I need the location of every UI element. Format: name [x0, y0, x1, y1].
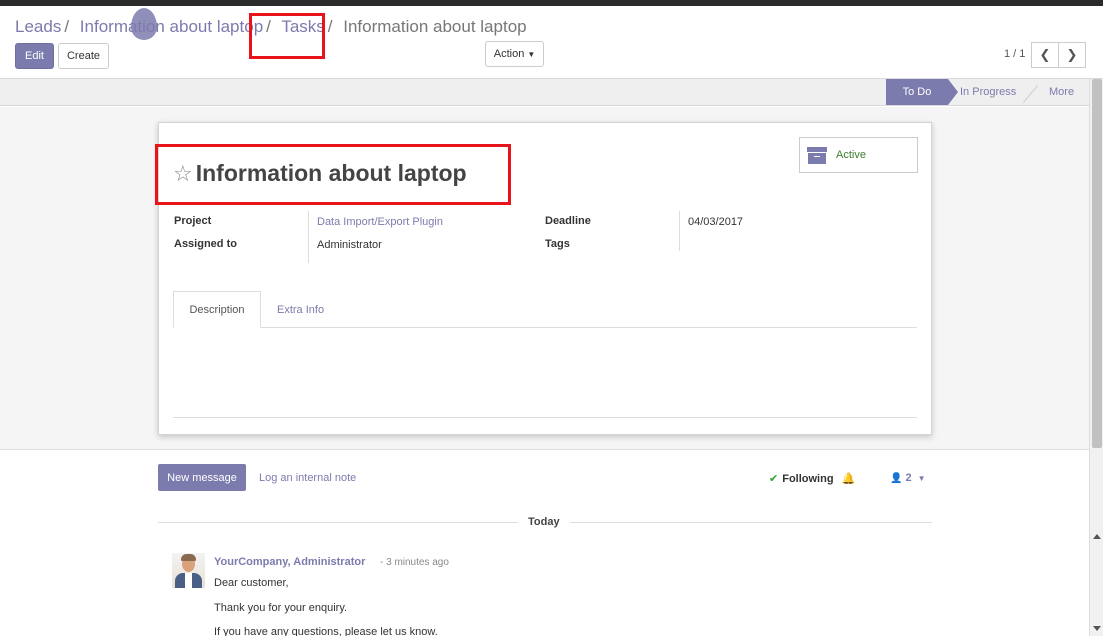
tab-description[interactable]: Description: [173, 291, 261, 328]
scroll-up-icon[interactable]: [1093, 534, 1101, 539]
message-timestamp: - 3 minutes ago: [380, 557, 449, 568]
assigned-value: Administrator: [317, 239, 382, 251]
caret-down-icon: ▼: [527, 49, 536, 59]
deadline-value: 04/03/2017: [688, 216, 744, 228]
active-toggle-button[interactable]: Active: [799, 137, 918, 173]
new-message-button[interactable]: New message: [158, 464, 246, 491]
action-dropdown[interactable]: Action ▼: [485, 41, 544, 67]
breadcrumb-current: Information about laptop: [343, 17, 527, 36]
action-label: Action: [493, 48, 525, 60]
field-divider: [679, 211, 680, 251]
breadcrumb-separator: /: [64, 17, 70, 36]
stage-in-progress[interactable]: In Progress: [960, 79, 1016, 105]
following-label: Following: [782, 472, 834, 485]
scrollbar[interactable]: [1089, 79, 1103, 636]
caret-down-icon: ▼: [917, 473, 926, 483]
message-line: Thank you for your enquiry.: [214, 602, 348, 614]
highlight-box-tasks: [249, 13, 325, 59]
create-button[interactable]: Create: [58, 43, 109, 69]
log-note-link[interactable]: Log an internal note: [259, 472, 356, 484]
breadcrumb-separator: /: [327, 17, 333, 36]
active-label: Active: [836, 149, 866, 161]
followers-count: 2: [905, 472, 912, 484]
notebook-tabs: Description Extra Info: [173, 291, 917, 328]
message-author[interactable]: YourCompany, Administrator: [214, 556, 365, 568]
stage-to-do[interactable]: To Do: [886, 79, 958, 105]
scrollbar-thumb[interactable]: [1092, 79, 1102, 448]
following-button[interactable]: ✔ Following 🔔: [769, 472, 856, 486]
tags-label: Tags: [545, 238, 570, 250]
check-icon: ✔: [769, 473, 779, 485]
highlight-box-title: [155, 144, 511, 205]
user-icon: 👤: [890, 472, 903, 484]
field-divider: [308, 211, 309, 263]
bell-icon[interactable]: 🔔: [842, 472, 856, 485]
project-label: Project: [174, 215, 212, 227]
breadcrumb-leads[interactable]: Leads: [15, 17, 61, 36]
message-line: If you have any questions, please let us…: [214, 626, 438, 636]
pager-value: 1 / 1: [1004, 48, 1026, 60]
status-bar: To Do In Progress More: [0, 79, 1089, 106]
edit-button[interactable]: Edit: [15, 43, 54, 69]
breadcrumb-lead-record[interactable]: Information about laptop: [80, 17, 263, 36]
tab-extra-info[interactable]: Extra Info: [277, 291, 324, 328]
control-panel: Leads / Information about laptop / Tasks / …: [0, 6, 1103, 79]
assigned-label: Assigned to: [174, 238, 237, 250]
stage-divider: [1023, 85, 1038, 103]
description-area-divider: [173, 417, 917, 418]
chevron-left-icon: ❮: [1039, 47, 1051, 62]
pager-previous-button[interactable]: ❮: [1031, 42, 1059, 68]
pager-next-button[interactable]: ❯: [1058, 42, 1086, 68]
scroll-down-icon[interactable]: [1093, 626, 1101, 631]
cursor-drop-marker: [131, 8, 157, 40]
stage-more-button[interactable]: More: [1049, 79, 1074, 105]
deadline-label: Deadline: [545, 215, 591, 227]
project-value[interactable]: Data Import/Export Plugin: [317, 216, 443, 228]
archive-icon: [807, 146, 827, 164]
message-line: Dear customer,: [214, 577, 289, 589]
date-separator-label: Today: [518, 516, 570, 528]
chevron-right-icon: ❯: [1066, 47, 1078, 62]
avatar[interactable]: [172, 553, 205, 588]
followers-dropdown[interactable]: 👤 2 ▼: [890, 472, 926, 484]
